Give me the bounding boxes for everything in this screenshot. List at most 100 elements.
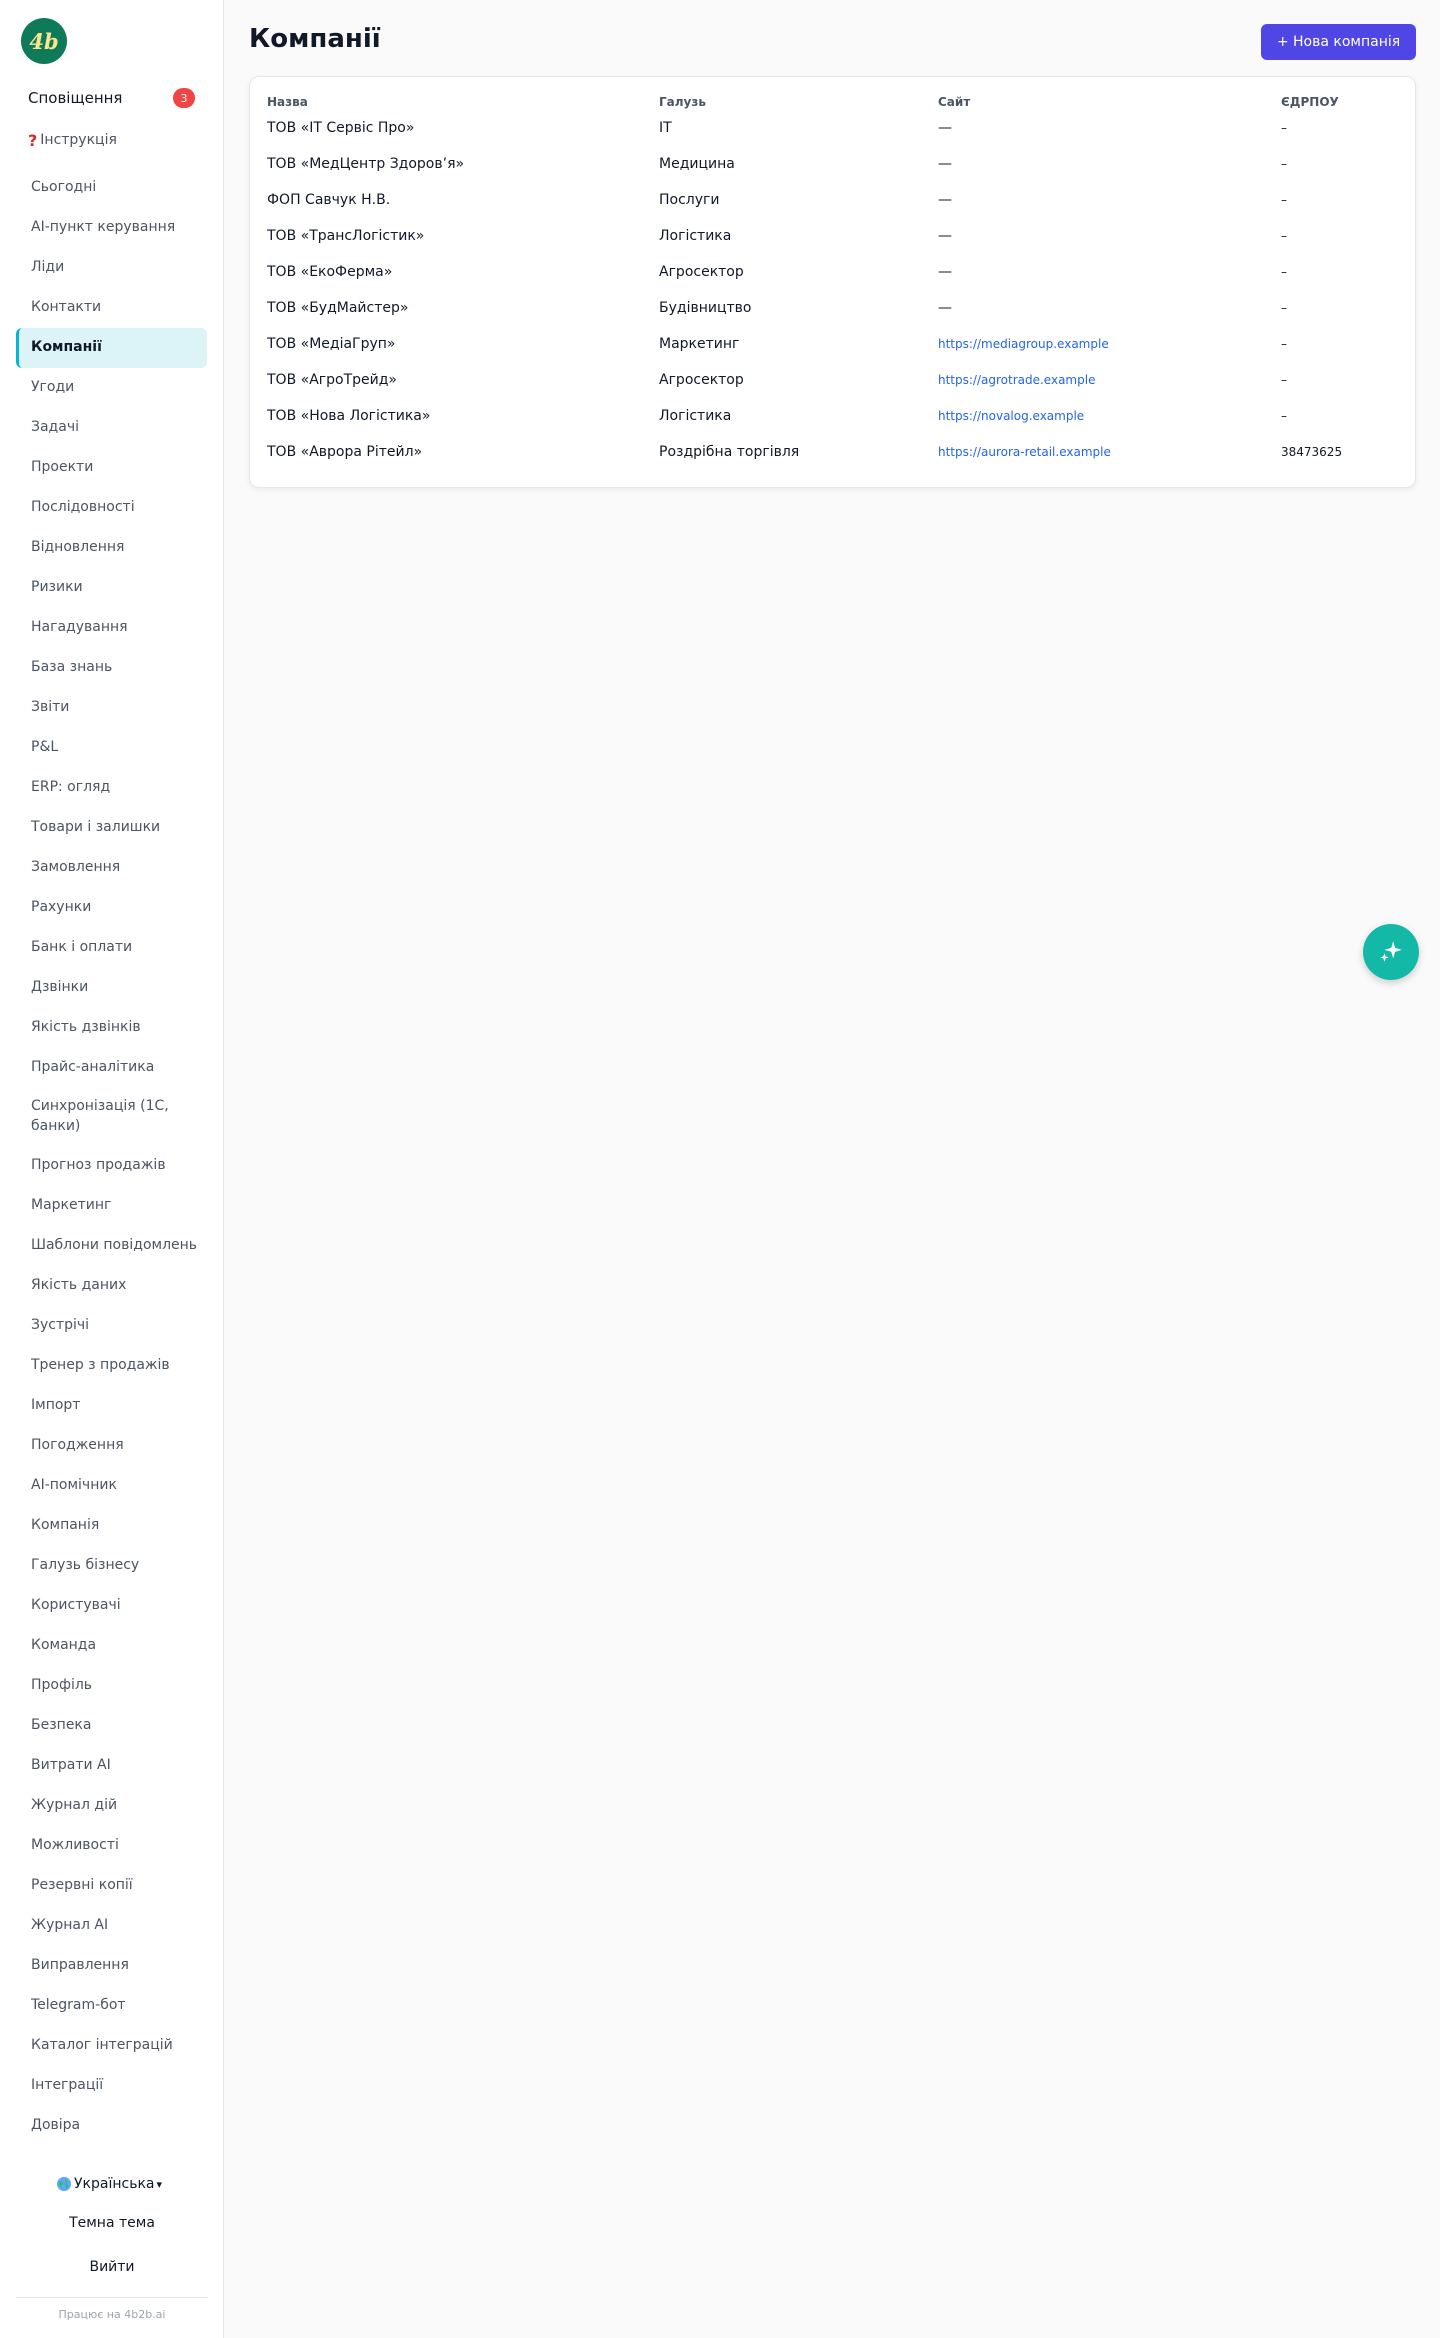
- sidebar-item[interactable]: AI-пункт керування: [16, 208, 207, 248]
- sidebar: 4b Сповіщення 3 ? Інструкція Сьогодні AI-…: [0, 0, 224, 2338]
- table-row[interactable]: ТОВ «IT Сервіс Про» IT — –: [250, 110, 1415, 146]
- app-logo[interactable]: 4b: [21, 18, 67, 64]
- column-header-edrpou[interactable]: ЄДРПОУ: [1281, 95, 1339, 109]
- question-mark-icon: ?: [28, 130, 38, 150]
- page-title: Компанії: [249, 24, 381, 54]
- sidebar-item[interactable]: Задачі: [16, 408, 207, 448]
- sidebar-item[interactable]: Проекти: [16, 448, 207, 488]
- sidebar-item[interactable]: AI-помічник: [16, 1466, 207, 1506]
- sidebar-item[interactable]: Відновлення: [16, 528, 207, 568]
- cell-industry: Роздрібна торгівля: [659, 444, 800, 460]
- sidebar-item[interactable]: Інтеграції: [16, 2066, 207, 2106]
- notifications-count-badge: 3: [173, 88, 195, 108]
- sidebar-item[interactable]: Компанії: [16, 328, 207, 368]
- cell-website: —: [938, 228, 952, 244]
- table-row[interactable]: ТОВ «МедіаГруп» Маркетинг https://mediagro…: [250, 326, 1415, 362]
- language-selector[interactable]: Українська ▾: [56, 2172, 162, 2196]
- website-link[interactable]: https://novalog.example: [938, 409, 1084, 423]
- sidebar-item[interactable]: Тренер з продажів: [16, 1346, 207, 1386]
- table-row[interactable]: ФОП Савчук Н.В. Послуги — –: [250, 182, 1415, 218]
- sidebar-item[interactable]: Контакти: [16, 288, 207, 328]
- sidebar-item[interactable]: Синхронізація (1С, банки): [16, 1088, 207, 1146]
- sidebar-item[interactable]: Профіль: [16, 1666, 207, 1706]
- sidebar-item[interactable]: Прайс-аналітика: [16, 1048, 207, 1088]
- cell-name: ТОВ «МедЦентр Здоров’я»: [267, 156, 465, 172]
- logout-button[interactable]: Вийти: [0, 2259, 224, 2275]
- dark-theme-toggle[interactable]: Темна тема: [0, 2215, 224, 2231]
- sidebar-item[interactable]: Дзвінки: [16, 968, 207, 1008]
- sidebar-item[interactable]: Витрати AI: [16, 1746, 207, 1786]
- column-header-name[interactable]: Назва: [267, 95, 308, 109]
- sidebar-item[interactable]: Шаблони повідомлень: [16, 1226, 207, 1266]
- cell-name: ТОВ «IT Сервіс Про»: [267, 120, 415, 136]
- table-row[interactable]: ТОВ «ЕкоФерма» Агросектор — –: [250, 254, 1415, 290]
- cell-edrpou: –: [1281, 337, 1287, 351]
- sidebar-item[interactable]: ERP: огляд: [16, 768, 207, 808]
- table-row[interactable]: ТОВ «МедЦентр Здоров’я» Медицина — –: [250, 146, 1415, 182]
- sidebar-item[interactable]: Ризики: [16, 568, 207, 608]
- cell-industry: Логістика: [659, 408, 732, 424]
- website-link[interactable]: https://agrotrade.example: [938, 373, 1095, 387]
- sidebar-item[interactable]: Зустрічі: [16, 1306, 207, 1346]
- sidebar-item[interactable]: Рахунки: [16, 888, 207, 928]
- table-row[interactable]: ТОВ «Нова Логістика» Логістика https://nov…: [250, 398, 1415, 434]
- sidebar-item[interactable]: Резервні копії: [16, 1866, 207, 1906]
- cell-industry: Медицина: [659, 156, 735, 172]
- ai-assistant-button[interactable]: [1363, 924, 1419, 980]
- sidebar-nav: Сьогодні AI-пункт керування Ліди Контакти Ко…: [16, 168, 207, 2146]
- table-row[interactable]: ТОВ «Аврора Рітейл» Роздрібна торгівля htt…: [250, 434, 1415, 470]
- sidebar-item[interactable]: Сьогодні: [16, 168, 207, 208]
- sidebar-item[interactable]: Галузь бізнесу: [16, 1546, 207, 1586]
- sidebar-item[interactable]: Замовлення: [16, 848, 207, 888]
- sidebar-item[interactable]: Звіти: [16, 688, 207, 728]
- cell-name: ФОП Савчук Н.В.: [267, 192, 391, 208]
- sidebar-item[interactable]: Користувачі: [16, 1586, 207, 1626]
- sidebar-item[interactable]: Безпека: [16, 1706, 207, 1746]
- sidebar-item[interactable]: Журнал AI: [16, 1906, 207, 1946]
- sidebar-item[interactable]: Банк і оплати: [16, 928, 207, 968]
- sidebar-item[interactable]: Telegram-бот: [16, 1986, 207, 2026]
- help-link[interactable]: ? Інструкція: [28, 128, 117, 152]
- sidebar-item[interactable]: Прогноз продажів: [16, 1146, 207, 1186]
- cell-name: ТОВ «Аврора Рітейл»: [267, 444, 423, 460]
- sidebar-item[interactable]: Погодження: [16, 1426, 207, 1466]
- sidebar-item[interactable]: Компанія: [16, 1506, 207, 1546]
- sidebar-item[interactable]: База знань: [16, 648, 207, 688]
- sidebar-item[interactable]: Товари і залишки: [16, 808, 207, 848]
- cell-website: https://agrotrade.example: [938, 362, 1095, 398]
- table-row[interactable]: ТОВ «АгроТрейд» Агросектор https://agrotra…: [250, 362, 1415, 398]
- sidebar-item[interactable]: P&L: [16, 728, 207, 768]
- sidebar-item[interactable]: Команда: [16, 1626, 207, 1666]
- sidebar-item[interactable]: Ліди: [16, 248, 207, 288]
- cell-industry: Логістика: [659, 228, 732, 244]
- table-row[interactable]: ТОВ «ТрансЛогістик» Логістика — –: [250, 218, 1415, 254]
- companies-table: Назва Галузь Сайт ЄДРПОУ ТОВ «IT Сервіс …: [249, 76, 1416, 488]
- column-header-website[interactable]: Сайт: [938, 95, 970, 109]
- website-link[interactable]: https://mediagroup.example: [938, 337, 1109, 351]
- sidebar-item[interactable]: Послідовності: [16, 488, 207, 528]
- sidebar-item[interactable]: Довіра: [16, 2106, 207, 2146]
- cell-industry: IT: [659, 120, 672, 136]
- cell-industry: Маркетинг: [659, 336, 740, 352]
- sidebar-item[interactable]: Нагадування: [16, 608, 207, 648]
- cell-edrpou: –: [1281, 265, 1287, 279]
- website-link[interactable]: https://aurora-retail.example: [938, 445, 1111, 459]
- sidebar-item[interactable]: Імпорт: [16, 1386, 207, 1426]
- cell-edrpou: –: [1281, 121, 1287, 135]
- column-header-industry[interactable]: Галузь: [659, 95, 706, 109]
- cell-website: —: [938, 156, 952, 172]
- sidebar-item[interactable]: Журнал дій: [16, 1786, 207, 1826]
- table-row[interactable]: ТОВ «БудМайстер» Будівництво — –: [250, 290, 1415, 326]
- sidebar-item[interactable]: Маркетинг: [16, 1186, 207, 1226]
- sidebar-item[interactable]: Каталог інтеграцій: [16, 2026, 207, 2066]
- cell-industry: Послуги: [659, 192, 720, 208]
- new-company-button[interactable]: + Нова компанія: [1261, 24, 1416, 60]
- sidebar-item[interactable]: Можливості: [16, 1826, 207, 1866]
- language-label: Українська: [74, 2176, 155, 2192]
- sidebar-item[interactable]: Якість даних: [16, 1266, 207, 1306]
- sidebar-item[interactable]: Виправлення: [16, 1946, 207, 1986]
- cell-name: ТОВ «АгроТрейд»: [267, 372, 397, 388]
- sidebar-item[interactable]: Якість дзвінків: [16, 1008, 207, 1048]
- notifications-link[interactable]: Сповіщення 3: [28, 86, 195, 110]
- sidebar-item[interactable]: Угоди: [16, 368, 207, 408]
